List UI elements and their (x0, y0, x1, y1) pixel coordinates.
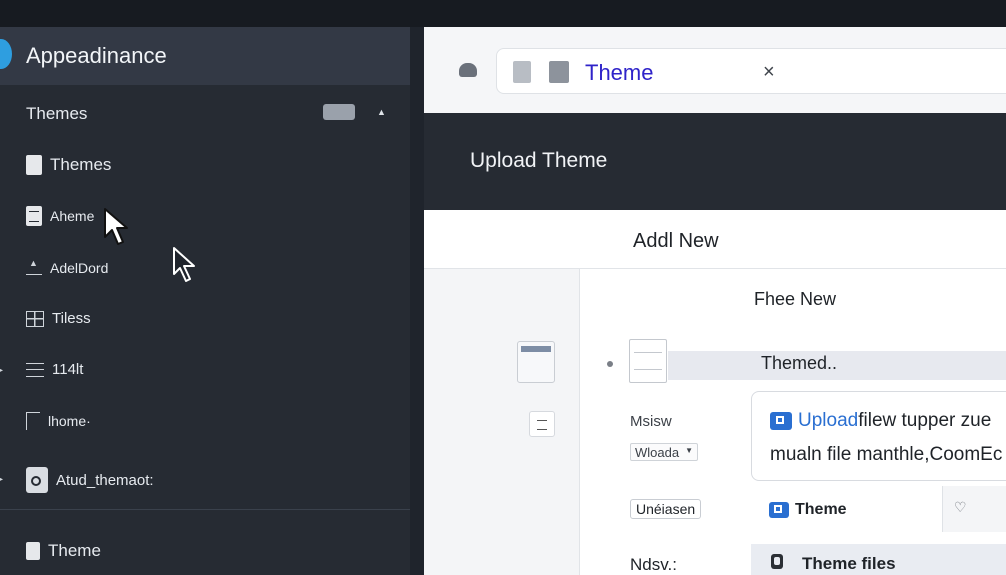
close-icon[interactable]: × (763, 61, 775, 84)
upload-dropzone[interactable]: Upload filew tupper zue mualn file manth… (751, 391, 1006, 481)
upload-line-2: mualn file manthle,CoomEc (770, 444, 1003, 465)
top-window-strip (0, 0, 1006, 27)
free-new-heading: Fhee New (754, 289, 837, 309)
mouse-cursor-icon (104, 208, 128, 245)
document-icon (26, 155, 42, 175)
page-icon (513, 61, 531, 83)
sidebar-item-atud-themaot[interactable]: Atud_themaot: (26, 467, 154, 493)
sidebar-item-label: lhome· (48, 413, 91, 429)
window-thumbnail-icon[interactable] (517, 341, 555, 383)
upload-link[interactable]: Upload (798, 410, 858, 432)
sidebar: Appeadinance Themes ▲ Themes Aheme AdelD… (0, 27, 410, 575)
files-icon (771, 554, 783, 569)
profile-icon[interactable] (459, 63, 477, 77)
tab-theme[interactable]: Theme (585, 60, 653, 86)
sidebar-title: Appeadinance (26, 43, 167, 68)
expand-arrow-icon[interactable]: ▸ (0, 365, 3, 376)
upload-line-1: Upload filew tupper zue (770, 410, 991, 432)
sidebar-item-114lt[interactable]: 114lt (26, 361, 83, 378)
sidebar-item-theme[interactable]: Theme (26, 541, 101, 561)
chevron-down-icon: ▼ (685, 446, 693, 455)
app-logo-icon (0, 39, 12, 69)
sidebar-item-themes-section[interactable]: Themes (26, 104, 87, 124)
grid-icon (26, 310, 44, 327)
sidebar-item-adeldord[interactable]: AdelDord (26, 258, 109, 276)
sidebar-item-label: Themes (26, 104, 88, 123)
upload-text: filew tupper zue (858, 410, 992, 431)
upload-header: Upload Theme (424, 113, 1006, 210)
add-new-row: Addl New (424, 210, 1006, 269)
sidebar-item-label: Tiless (52, 310, 91, 327)
menu-icon[interactable] (529, 411, 555, 437)
document-icon (26, 542, 40, 560)
sidebar-item-tiless[interactable]: Tiless (26, 310, 91, 327)
sidebar-item-label: Atud_themaot: (56, 471, 154, 489)
field-label: Msisw (630, 413, 672, 430)
upload-box-icon (770, 412, 792, 430)
sidebar-divider (0, 509, 410, 510)
collapse-toggle[interactable] (323, 104, 355, 120)
upload-theme-title: Upload Theme (470, 149, 608, 172)
sidebar-item-label: 114lt (52, 361, 84, 378)
expand-arrow-icon[interactable]: ▸ (0, 474, 3, 485)
dropdown-value: Wloada (635, 445, 680, 460)
sidebar-item-aheme[interactable]: Aheme (26, 206, 94, 226)
theme-files-label: Theme files (802, 554, 896, 573)
sidebar-header: Appeadinance (0, 27, 410, 85)
main-content: Addl New Fhee New Themed.. Msisw Wloada … (424, 210, 1006, 575)
sidebar-item-label: Theme (48, 541, 101, 560)
sidebar-item-label: Aheme (50, 208, 95, 224)
sidebar-item-lhome[interactable]: lhome· (26, 412, 91, 430)
tag-button[interactable]: Unéiasen (630, 499, 701, 519)
mouse-cursor-icon (173, 247, 195, 282)
bullet-icon (607, 361, 613, 367)
sidebar-item-themes[interactable]: Themes (26, 155, 111, 175)
file-icon (549, 61, 569, 83)
heart-icon[interactable]: ♡ (954, 499, 967, 516)
document-lines-icon (26, 206, 42, 226)
upload-icon (26, 258, 42, 275)
sidebar-item-label: AdelDord (50, 260, 109, 276)
themed-label: Themed.. (761, 353, 838, 373)
tab-bar: Theme × (496, 48, 1006, 94)
caret-up-icon[interactable]: ▲ (377, 107, 386, 117)
list-icon (26, 362, 44, 377)
theme-box-icon (769, 502, 789, 518)
theme-option[interactable]: Theme (769, 501, 847, 519)
bracket-icon (26, 412, 40, 430)
favorite-cell[interactable]: ♡ (942, 486, 1006, 532)
theme-option-label: Theme (795, 501, 847, 518)
add-new-heading[interactable]: Addl New (633, 230, 719, 253)
package-icon (26, 467, 48, 493)
field-label: Ndsv.: (630, 555, 677, 574)
sidebar-item-label: Themes (50, 155, 112, 174)
dropdown-select[interactable]: Wloada ▼ (630, 443, 698, 461)
sheet-icon (629, 339, 667, 383)
tab-header-area: Theme × (424, 27, 1006, 113)
